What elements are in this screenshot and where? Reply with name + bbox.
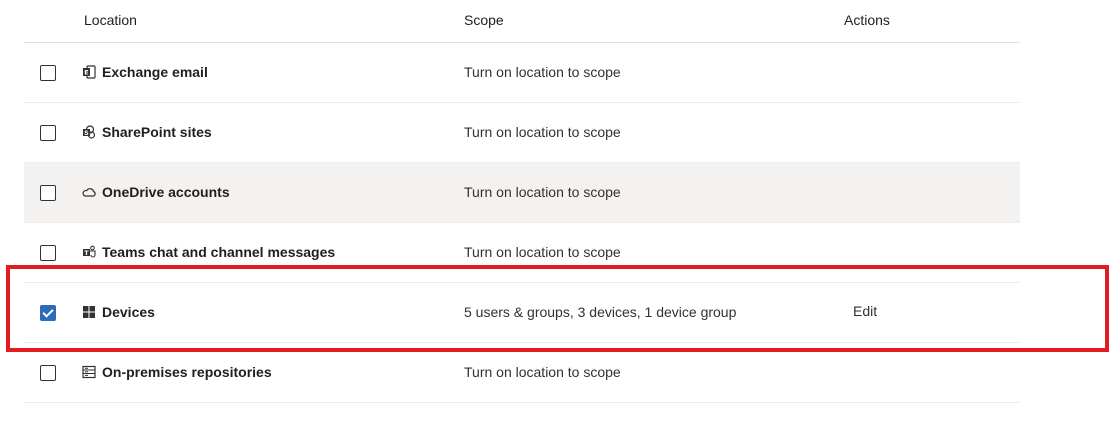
location-scope: 5 users & groups, 3 devices, 1 device gr… — [464, 304, 737, 320]
location-scope: Turn on location to scope — [464, 64, 621, 80]
svg-text:S: S — [84, 129, 89, 137]
column-header-actions: Actions — [844, 12, 890, 28]
sharepoint-icon: S — [82, 125, 96, 139]
svg-text:T: T — [84, 249, 89, 257]
column-header-scope[interactable]: Scope — [464, 12, 504, 28]
row-checkbox[interactable] — [40, 185, 56, 201]
table-row-devices[interactable]: Devices 5 users & groups, 3 devices, 1 d… — [24, 283, 1020, 343]
windows-icon — [82, 305, 96, 319]
location-scope: Turn on location to scope — [464, 244, 621, 260]
row-checkbox[interactable] — [40, 125, 56, 141]
table-row-onedrive-accounts[interactable]: OneDrive accounts Turn on location to sc… — [24, 163, 1020, 223]
location-scope: Turn on location to scope — [464, 184, 621, 200]
onedrive-icon — [82, 185, 96, 199]
location-name: SharePoint sites — [102, 124, 212, 140]
table-row-on-premises[interactable]: On-premises repositories Turn on locatio… — [24, 343, 1020, 403]
table-row-exchange-email[interactable]: E Exchange email Turn on location to sco… — [24, 43, 1020, 103]
table-header: Location Scope Actions — [24, 0, 1020, 43]
location-name: Teams chat and channel messages — [102, 244, 336, 260]
location-name: On-premises repositories — [102, 364, 272, 380]
table-row-sharepoint-sites[interactable]: S SharePoint sites Turn on location to s… — [24, 103, 1020, 163]
row-checkbox[interactable] — [40, 245, 56, 261]
row-checkbox[interactable] — [40, 65, 56, 81]
location-scope: Turn on location to scope — [464, 124, 621, 140]
svg-text:E: E — [84, 69, 88, 77]
server-icon — [82, 365, 96, 379]
locations-table: Location Scope Actions E Exchange email … — [24, 0, 1020, 403]
location-name: Devices — [102, 304, 155, 320]
edit-link[interactable]: Edit — [853, 303, 877, 319]
teams-icon: T — [82, 245, 96, 259]
row-checkbox[interactable] — [40, 365, 56, 381]
row-checkbox-checked[interactable] — [40, 305, 56, 321]
exchange-icon: E — [82, 65, 96, 79]
location-name: OneDrive accounts — [102, 184, 230, 200]
table-row-teams-chat[interactable]: T Teams chat and channel messages Turn o… — [24, 223, 1020, 283]
column-header-location[interactable]: Location — [84, 12, 137, 28]
location-scope: Turn on location to scope — [464, 364, 621, 380]
location-name: Exchange email — [102, 64, 208, 80]
